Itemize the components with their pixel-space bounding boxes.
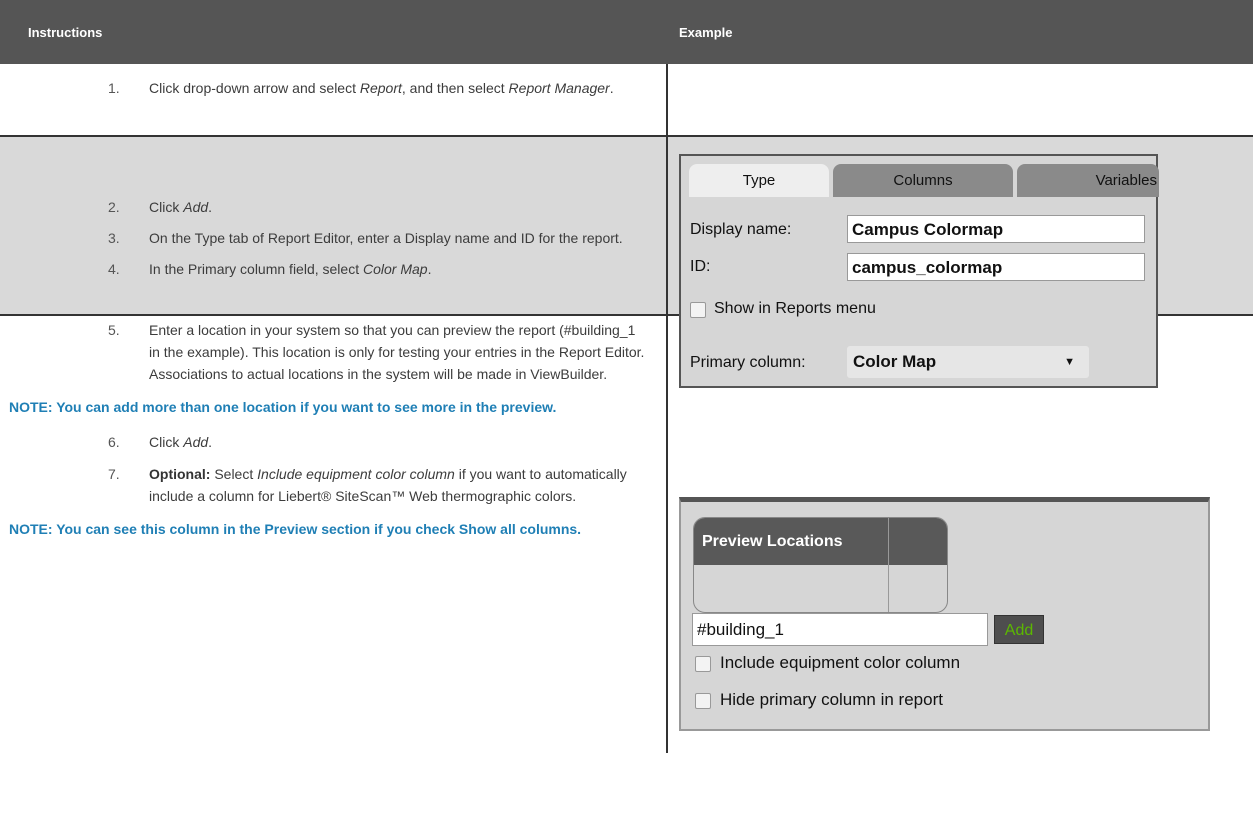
dropdown-arrow-icon: ▼: [1064, 356, 1075, 368]
header-instructions: Instructions: [0, 0, 667, 64]
header-example: Example: [667, 0, 1253, 64]
include-equipment-checkbox[interactable]: [695, 656, 711, 672]
type-tab-screenshot: Type Columns Variables Display name: Cam…: [679, 154, 1159, 388]
tab-type[interactable]: Type: [689, 164, 829, 197]
id-label: ID:: [690, 258, 711, 275]
hide-primary-label: Hide primary column in report: [720, 690, 943, 709]
step-7: 7. Optional: Select Include equipment col…: [108, 466, 627, 504]
primary-column-select[interactable]: Color Map ▼: [847, 346, 1089, 378]
id-field[interactable]: campus_colormap: [847, 253, 1145, 281]
location-input[interactable]: #building_1: [692, 613, 988, 646]
step-3: 3. On the Type tab of Report Editor, ente…: [108, 230, 623, 246]
column-divider: [888, 518, 889, 612]
step-4: 4. In the Primary column field, select Co…: [108, 261, 432, 277]
preview-locations-panel: Preview Locations: [693, 517, 948, 613]
hide-primary-checkbox[interactable]: [695, 693, 711, 709]
row-steps-2-4: 2. Click Add. 3. On the Type tab of Report…: [0, 136, 668, 316]
step-6: 6. Click Add.: [108, 434, 213, 450]
preview-locations-header: Preview Locations: [694, 518, 947, 565]
row-step-1: 1. Click drop-down arrow and select Repor…: [0, 64, 668, 137]
include-equipment-label: Include equipment color column: [720, 653, 961, 672]
tab-columns[interactable]: Columns: [833, 164, 1013, 197]
add-location-button[interactable]: Add: [994, 615, 1044, 644]
preview-locations-title: Preview Locations: [702, 533, 843, 550]
step-5: 5. Enter a location in your system so tha…: [108, 322, 645, 382]
show-in-reports-checkbox[interactable]: [690, 302, 706, 318]
primary-column-label: Primary column:: [690, 354, 806, 371]
preview-locations-screenshot: Preview Locations #building_1 Add Includ…: [679, 497, 1210, 731]
row-1-example: [667, 64, 1253, 137]
tab-variables[interactable]: Variables: [1017, 164, 1159, 197]
step-1: 1. Click drop-down arrow and select Repor…: [108, 80, 614, 96]
note-show-all-columns: NOTE: You can see this column in the Pre…: [9, 521, 582, 537]
primary-column-value: Color Map: [853, 352, 937, 371]
show-in-reports-label: Show in Reports menu: [714, 300, 876, 317]
display-name-field[interactable]: Campus Colormap: [847, 215, 1145, 243]
row-steps-5-7: 5. Enter a location in your system so tha…: [0, 315, 668, 753]
note-more-locations: NOTE: You can add more than one location…: [9, 399, 557, 415]
step-2: 2. Click Add.: [108, 199, 213, 215]
display-name-label: Display name:: [690, 221, 792, 238]
